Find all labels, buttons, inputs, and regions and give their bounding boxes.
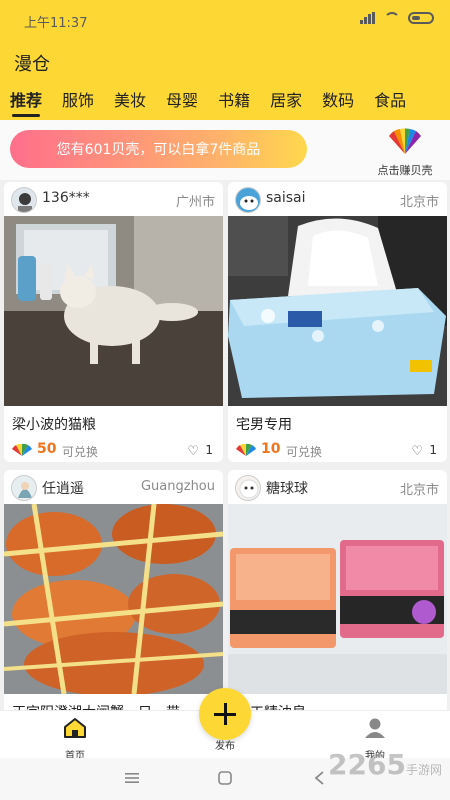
heart-icon[interactable]: ♡ xyxy=(411,444,423,459)
app-title: 漫仓 xyxy=(14,54,50,75)
city: 北京市 xyxy=(399,195,439,210)
product-title: 梁小波的猫粮 xyxy=(12,417,96,433)
username: 糖球球 xyxy=(266,481,308,497)
product-card[interactable]: 136*** 广州市 梁小波的猫粮 50 可兑换 ♡ 1 xyxy=(4,182,223,462)
home-square-icon[interactable] xyxy=(217,770,233,786)
product-title: 宅男专用 xyxy=(236,417,292,433)
tab-digital[interactable]: 数码 xyxy=(312,90,364,120)
status-bar: 上午11:37 xyxy=(0,0,450,40)
tab-food[interactable]: 食品 xyxy=(364,90,416,120)
product-feed[interactable]: 136*** 广州市 梁小波的猫粮 50 可兑换 ♡ 1 saisai 北京市 … xyxy=(0,180,450,710)
tab-beauty[interactable]: 美妆 xyxy=(104,90,156,120)
product-photo[interactable] xyxy=(228,216,447,406)
card-header: saisai 北京市 xyxy=(228,182,447,216)
product-title: 手工精油皂 xyxy=(228,694,447,710)
publish-plus-button[interactable] xyxy=(199,688,251,740)
exchange-label: 可兑换 xyxy=(62,445,99,459)
tab-baby[interactable]: 母婴 xyxy=(156,90,208,120)
avatar[interactable] xyxy=(11,475,37,501)
product-photo[interactable] xyxy=(4,503,223,696)
colorful-shell-icon xyxy=(236,443,256,456)
category-tabs: 推荐 服饰 美妆 母婴 书籍 居家 数码 食品 xyxy=(0,90,450,120)
city: Guangzhou xyxy=(140,479,215,494)
exchange-label: 可兑换 xyxy=(286,445,323,459)
product-card[interactable]: 任逍遥 Guangzhou 正宗阳澄湖大闸蟹一只，带 xyxy=(4,470,223,710)
avatar[interactable] xyxy=(235,475,261,501)
earn-shells-label: 点击赚贝壳 xyxy=(377,164,433,177)
colorful-shell-icon xyxy=(389,128,421,154)
card-meta: 10 可兑换 ♡ 1 xyxy=(228,436,447,462)
product-photo[interactable] xyxy=(4,216,223,406)
earn-shells-button[interactable]: 点击赚贝壳 xyxy=(370,126,440,177)
username: 136*** xyxy=(42,190,90,206)
tab-home[interactable]: 居家 xyxy=(260,90,312,120)
watermark-suffix: 手游网 xyxy=(405,763,442,777)
colorful-shell-icon xyxy=(12,443,32,456)
city: 北京市 xyxy=(399,483,439,498)
like-count: 1 xyxy=(429,443,437,457)
watermark-brand: 2265 xyxy=(328,748,406,781)
avatar[interactable] xyxy=(11,187,37,213)
status-icons xyxy=(360,12,434,24)
back-icon[interactable] xyxy=(312,770,328,786)
like-count: 1 xyxy=(205,443,213,457)
shell-balance-banner[interactable]: 您有601贝壳，可以白拿7件商品 xyxy=(10,130,307,168)
product-card[interactable]: 糖球球 北京市 手工精油皂 xyxy=(228,470,447,710)
product-photo[interactable] xyxy=(228,504,447,694)
signal-icon xyxy=(360,12,376,24)
card-meta: 50 可兑换 ♡ 1 xyxy=(4,436,223,462)
site-watermark: 2265手游网 xyxy=(328,748,442,781)
avatar[interactable] xyxy=(235,187,261,213)
menu-icon[interactable] xyxy=(124,770,140,786)
card-header: 136*** 广州市 xyxy=(4,182,223,216)
nav-home[interactable]: 首页 xyxy=(45,717,105,762)
product-title: 正宗阳澄湖大闸蟹一只，带 xyxy=(4,694,223,710)
user-icon xyxy=(365,718,385,738)
battery-icon xyxy=(408,12,434,24)
city: 广州市 xyxy=(175,195,215,210)
username: 任逍遥 xyxy=(42,481,84,497)
banner-area: 您有601贝壳，可以白拿7件商品 点击赚贝壳 xyxy=(0,120,450,180)
shell-price: 10 xyxy=(261,441,281,457)
status-time: 上午11:37 xyxy=(24,16,88,31)
home-icon xyxy=(64,718,86,738)
tab-books[interactable]: 书籍 xyxy=(208,90,260,120)
card-header: 糖球球 北京市 xyxy=(228,470,447,504)
app-header: 上午11:37 漫仓 推荐 服饰 美妆 母婴 书籍 居家 数码 食品 xyxy=(0,0,450,120)
product-card[interactable]: saisai 北京市 宅男专用 10 可兑换 ♡ 1 xyxy=(228,182,447,462)
tab-recommend[interactable]: 推荐 xyxy=(0,90,52,120)
heart-icon[interactable]: ♡ xyxy=(187,444,199,459)
username: saisai xyxy=(266,190,306,206)
card-header: 任逍遥 Guangzhou xyxy=(4,470,223,504)
shell-price: 50 xyxy=(37,441,57,457)
wifi-icon xyxy=(384,12,400,24)
tab-clothing[interactable]: 服饰 xyxy=(52,90,104,120)
